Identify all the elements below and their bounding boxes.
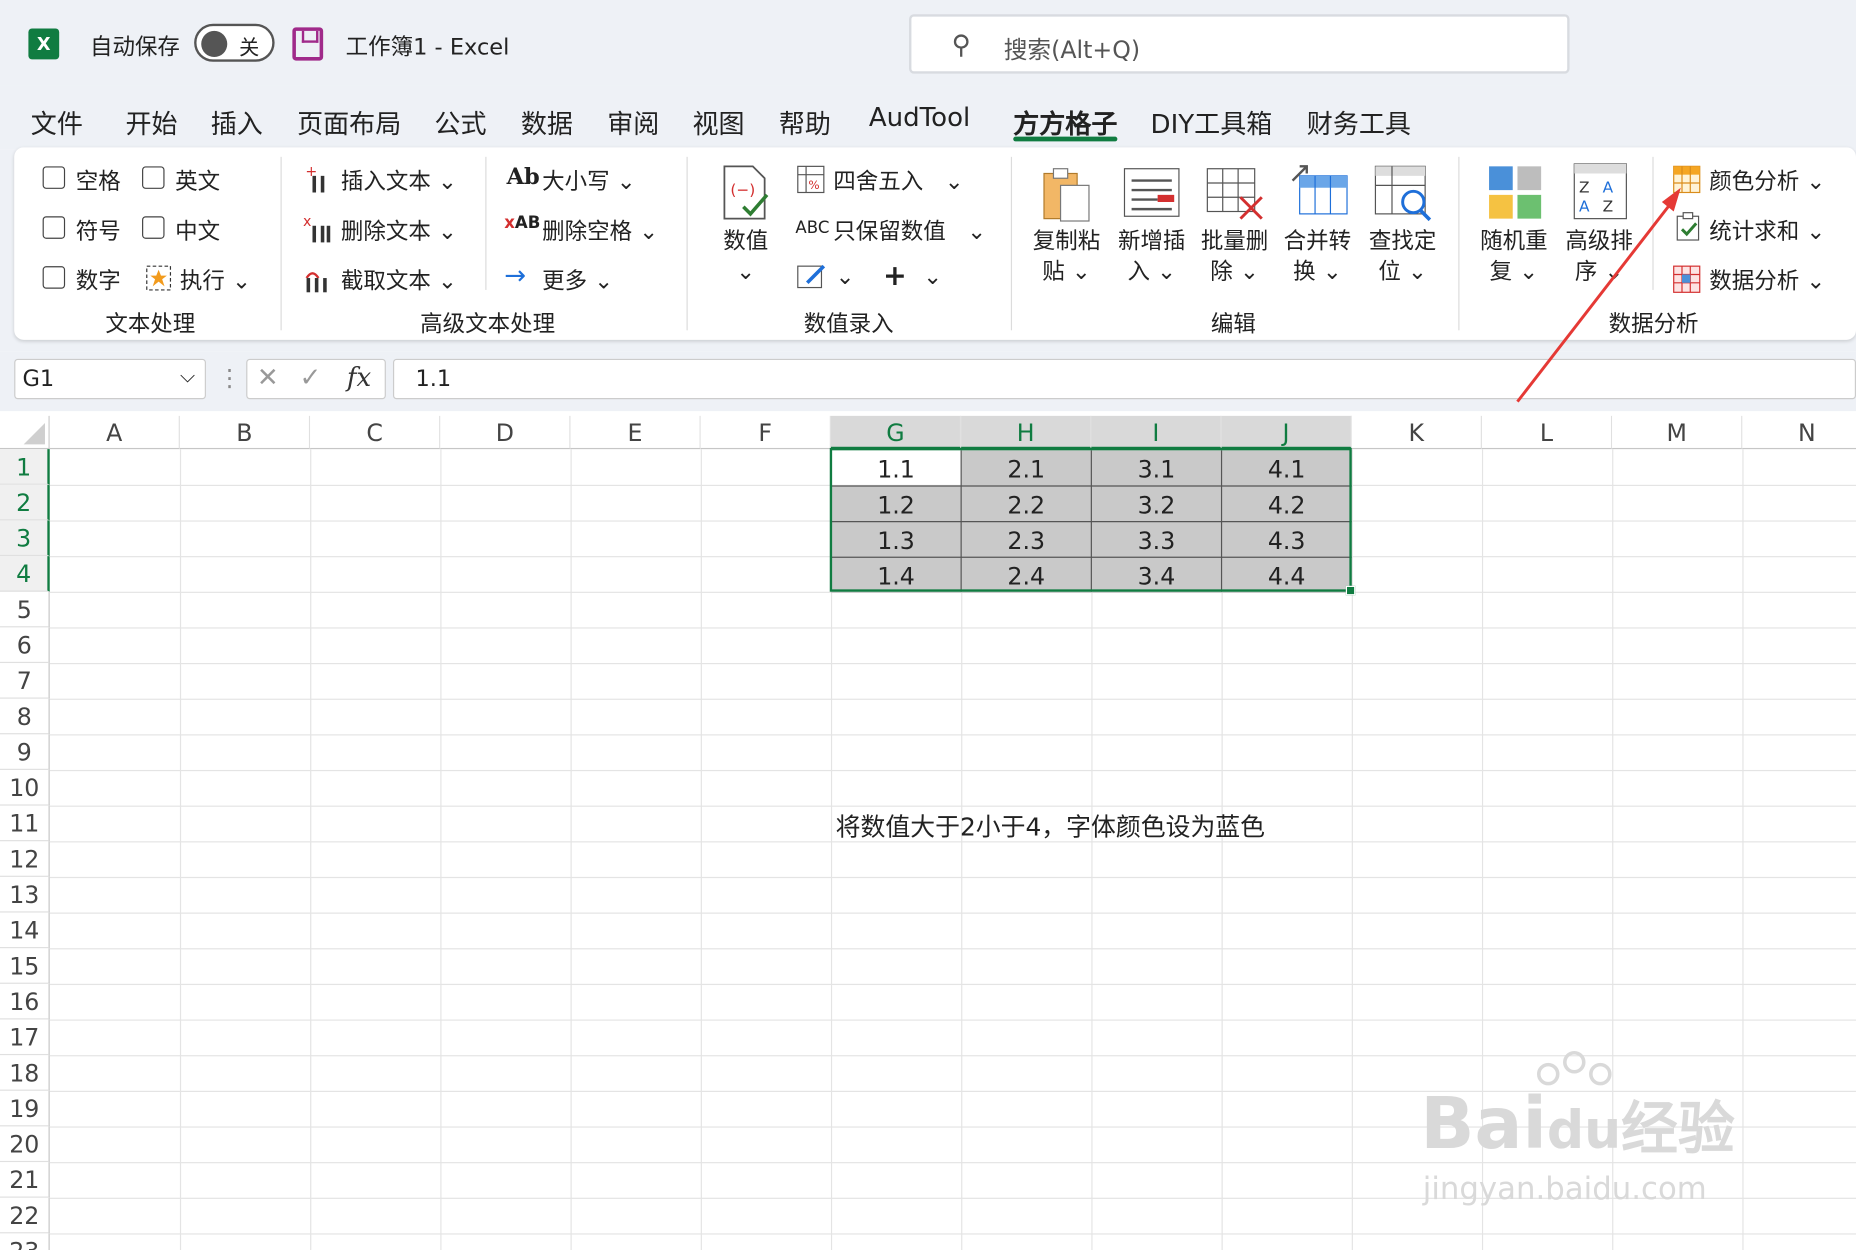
watermark-cn: 经验	[1621, 1095, 1735, 1163]
fill-handle[interactable]	[1345, 585, 1356, 596]
excel-window: X 自动保存 关 工作簿1 - Excel ⚲ 搜索(Alt+Q) 文件 开始 …	[0, 0, 1856, 1250]
instruction-note: 将数值大于2小于4，字体颜色设为蓝色	[835, 812, 1266, 842]
selection-border	[829, 447, 1352, 592]
paw-icon	[1536, 1050, 1612, 1086]
watermark-url: jingyan.baidu.com	[1422, 1171, 1707, 1208]
